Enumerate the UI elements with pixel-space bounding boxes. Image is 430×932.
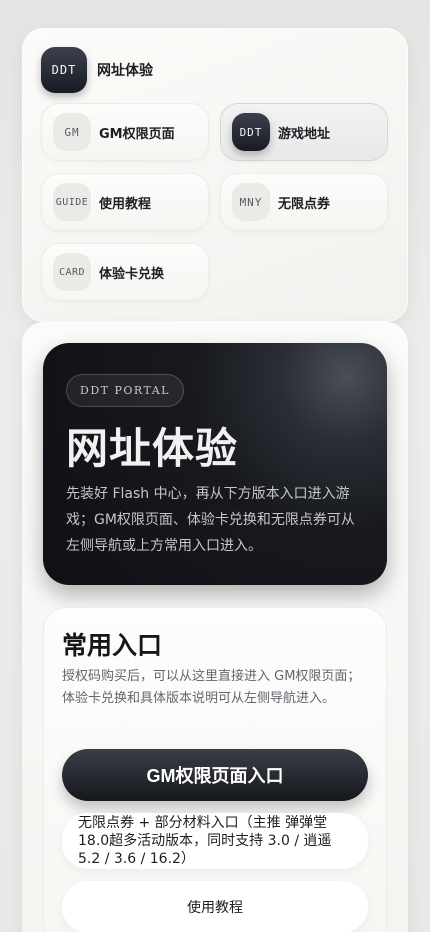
nav-label-game-address: 游戏地址 [278,126,331,142]
tutorial-button[interactable]: 使用教程 [62,881,368,932]
nav-item-guide[interactable]: GUIDE 使用教程 [41,173,209,231]
points-entry-button[interactable]: 无限点券 + 部分材料入口（主推 弹弹堂18.0超多活动版本，同时支持 3.0 … [62,813,368,869]
gm-entry-button[interactable]: GM权限页面入口 [62,749,368,801]
nav-badge-ddt: DDT [232,113,270,151]
nav-item-game-address[interactable]: DDT 游戏地址 [220,103,388,161]
nav-item-card-redeem[interactable]: CARD 体验卡兑换 [41,243,209,301]
hero-title: 网址体验 [66,424,239,473]
nav-label-points: 无限点券 [278,196,331,212]
brand-label: 网址体验 [97,63,153,79]
nav-label-gm: GM权限页面 [99,126,175,142]
nav-badge-gm: GM [53,113,91,151]
brand[interactable]: DDT 网址体验 [41,47,153,93]
hero-banner: DDT PORTAL 网址体验 先装好 Flash 中心，再从下方版本入口进入游… [43,343,387,585]
nav-item-points[interactable]: MNY 无限点券 [220,173,388,231]
common-entry-card: 常用入口 授权码购买后，可以从这里直接进入 GM权限页面；体验卡兑换和具体版本说… [43,607,387,932]
nav-label-card-redeem: 体验卡兑换 [99,266,165,282]
hero-chip: DDT PORTAL [66,374,184,407]
nav-badge-guide: GUIDE [53,183,91,221]
entry-description: 授权码购买后，可以从这里直接进入 GM权限页面；体验卡兑换和具体版本说明可从左侧… [62,669,361,706]
hero-description: 先装好 Flash 中心，再从下方版本入口进入游戏；GM权限页面、体验卡兑换和无… [66,486,355,554]
brand-badge: DDT [41,47,87,93]
nav-badge-card: CARD [53,253,91,291]
nav-item-gm[interactable]: GM GM权限页面 [41,103,209,161]
main-card: DDT PORTAL 网址体验 先装好 Flash 中心，再从下方版本入口进入游… [22,322,408,932]
nav-label-guide: 使用教程 [99,196,152,212]
nav-card: DDT 网址体验 GM GM权限页面 DDT 游戏地址 GUIDE 使用教程 M… [22,28,408,322]
entry-title: 常用入口 [62,631,163,660]
nav-badge-mny: MNY [232,183,270,221]
